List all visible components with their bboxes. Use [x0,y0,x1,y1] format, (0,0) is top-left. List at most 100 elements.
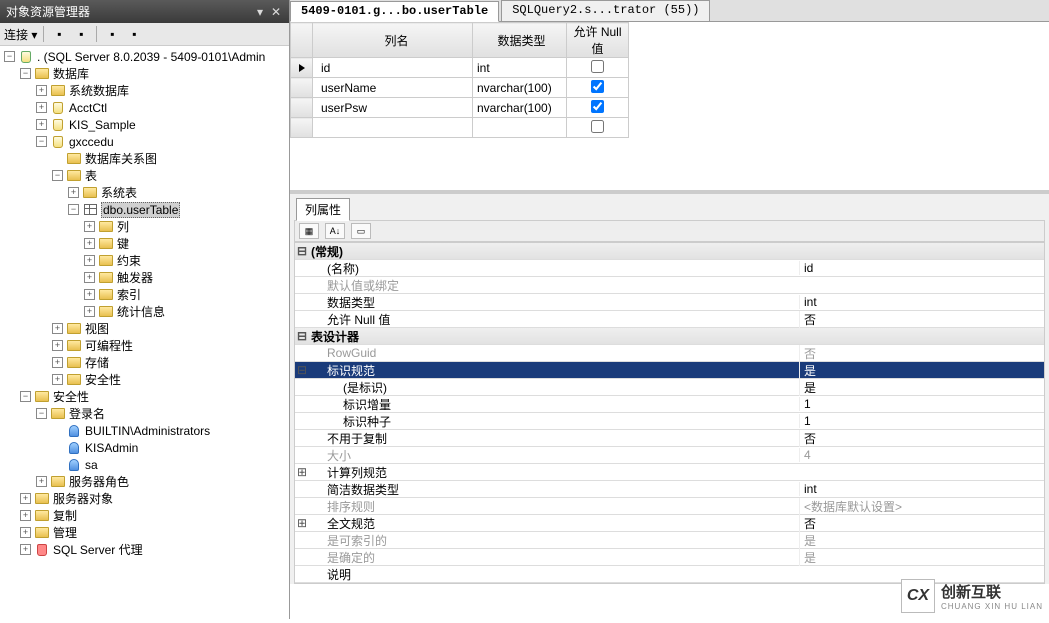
expand-icon[interactable]: + [36,85,47,96]
cell-type[interactable]: int [473,58,567,78]
property-row[interactable]: 是确定的是 [295,549,1044,566]
object-tree[interactable]: −. (SQL Server 8.0.2039 - 5409-0101\Admi… [0,46,289,623]
expand-icon[interactable]: + [36,119,47,130]
tree-item[interactable]: +安全性 [0,371,289,388]
grid-row[interactable]: userNamenvarchar(100) [291,78,629,98]
property-row[interactable]: 数据类型int [295,294,1044,311]
property-row[interactable]: 排序规则<数据库默认设置> [295,498,1044,515]
grid-row[interactable] [291,118,629,138]
panel-title-buttons[interactable]: ▾✕ [255,5,283,19]
tree-item[interactable]: −dbo.userTable [0,201,289,218]
tree-item[interactable]: +触发器 [0,269,289,286]
property-row[interactable]: (是标识)是 [295,379,1044,396]
property-expander[interactable]: ⊞ [295,516,309,530]
tree-item[interactable]: −. (SQL Server 8.0.2039 - 5409-0101\Admi… [0,48,289,65]
toolbar-btn-4[interactable]: ▪ [125,25,143,43]
expand-icon[interactable]: + [52,323,63,334]
tree-item[interactable]: BUILTIN\Administrators [0,422,289,439]
expand-icon[interactable]: + [84,255,95,266]
property-row[interactable]: 是可索引的是 [295,532,1044,549]
tree-item[interactable]: +服务器角色 [0,473,289,490]
property-row[interactable]: ⊞计算列规范 [295,464,1044,481]
cell-name[interactable]: userPsw [313,98,473,118]
collapse-icon[interactable]: − [36,408,47,419]
expand-icon[interactable]: + [52,340,63,351]
cell-allownull[interactable] [567,98,629,118]
row-selector[interactable] [291,98,313,118]
tree-item[interactable]: −登录名 [0,405,289,422]
tree-item[interactable]: −表 [0,167,289,184]
tree-item[interactable]: +管理 [0,524,289,541]
property-tab[interactable]: 列属性 [296,198,350,221]
tree-item[interactable]: +SQL Server 代理 [0,541,289,558]
property-value[interactable]: int [799,482,1044,496]
collapse-icon[interactable]: − [52,170,63,181]
tree-item[interactable]: +服务器对象 [0,490,289,507]
cell-type[interactable] [473,118,567,138]
property-value[interactable]: id [799,261,1044,275]
property-row[interactable]: 允许 Null 值否 [295,311,1044,328]
expand-icon[interactable]: + [84,221,95,232]
cell-type[interactable]: nvarchar(100) [473,78,567,98]
allownull-checkbox[interactable] [591,100,604,113]
column-grid[interactable]: 列名数据类型允许 Null 值idintuserNamenvarchar(100… [290,22,629,138]
sort-alpha-button[interactable]: A↓ [325,223,345,239]
tree-item[interactable]: +约束 [0,252,289,269]
grid-row[interactable]: idint [291,58,629,78]
collapse-icon[interactable]: − [20,391,31,402]
property-expander[interactable]: ⊟ [295,363,309,377]
document-tab[interactable]: 5409-0101.g...bo.userTable [290,1,499,22]
tree-item[interactable]: +视图 [0,320,289,337]
col-header-allownull[interactable]: 允许 Null 值 [567,23,629,58]
property-value[interactable]: 1 [799,397,1044,411]
property-row[interactable]: RowGuid否 [295,345,1044,362]
tree-item[interactable]: −安全性 [0,388,289,405]
cell-allownull[interactable] [567,118,629,138]
expand-icon[interactable]: + [68,187,79,198]
tree-item[interactable]: +列 [0,218,289,235]
tree-item[interactable]: sa [0,456,289,473]
property-value[interactable]: 是 [799,362,1044,379]
collapse-icon[interactable]: − [36,136,47,147]
tree-item[interactable]: +系统数据库 [0,82,289,99]
collapse-icon[interactable]: − [20,68,31,79]
expand-icon[interactable]: + [36,476,47,487]
property-row[interactable]: (名称)id [295,260,1044,277]
cell-allownull[interactable] [567,78,629,98]
expand-icon[interactable]: + [20,510,31,521]
property-value[interactable]: 是 [799,379,1044,396]
tree-item[interactable]: +可编程性 [0,337,289,354]
expand-icon[interactable]: + [84,272,95,283]
row-selector[interactable] [291,118,313,138]
property-value[interactable]: 否 [799,345,1044,362]
property-expander[interactable]: ⊟ [295,329,309,343]
col-header-type[interactable]: 数据类型 [473,23,567,58]
property-value[interactable]: 否 [799,515,1044,532]
property-row[interactable]: 大小4 [295,447,1044,464]
expand-icon[interactable]: + [84,238,95,249]
property-row[interactable]: 标识种子1 [295,413,1044,430]
tree-item[interactable]: +复制 [0,507,289,524]
property-expander[interactable]: ⊞ [295,465,309,479]
property-pages-button[interactable]: ▭ [351,223,371,239]
property-row[interactable]: 默认值或绑定 [295,277,1044,294]
property-row[interactable]: ⊟(常规) [295,243,1044,260]
property-value[interactable]: 否 [799,430,1044,447]
collapse-icon[interactable]: − [68,204,79,215]
property-value[interactable]: <数据库默认设置> [799,498,1044,515]
cell-name[interactable]: userName [313,78,473,98]
allownull-checkbox[interactable] [591,120,604,133]
toolbar-btn-1[interactable]: ▪ [50,25,68,43]
cell-type[interactable]: nvarchar(100) [473,98,567,118]
connect-dropdown[interactable]: 连接 ▾ [4,26,37,43]
row-selector[interactable] [291,58,313,78]
tree-item[interactable]: −gxccedu [0,133,289,150]
property-value[interactable]: 4 [799,448,1044,462]
cell-name[interactable] [313,118,473,138]
row-selector[interactable] [291,78,313,98]
property-row[interactable]: ⊟标识规范是 [295,362,1044,379]
property-value[interactable]: int [799,295,1044,309]
expand-icon[interactable]: + [84,306,95,317]
toolbar-btn-3[interactable]: ▪ [103,25,121,43]
toolbar-btn-2[interactable]: ▪ [72,25,90,43]
